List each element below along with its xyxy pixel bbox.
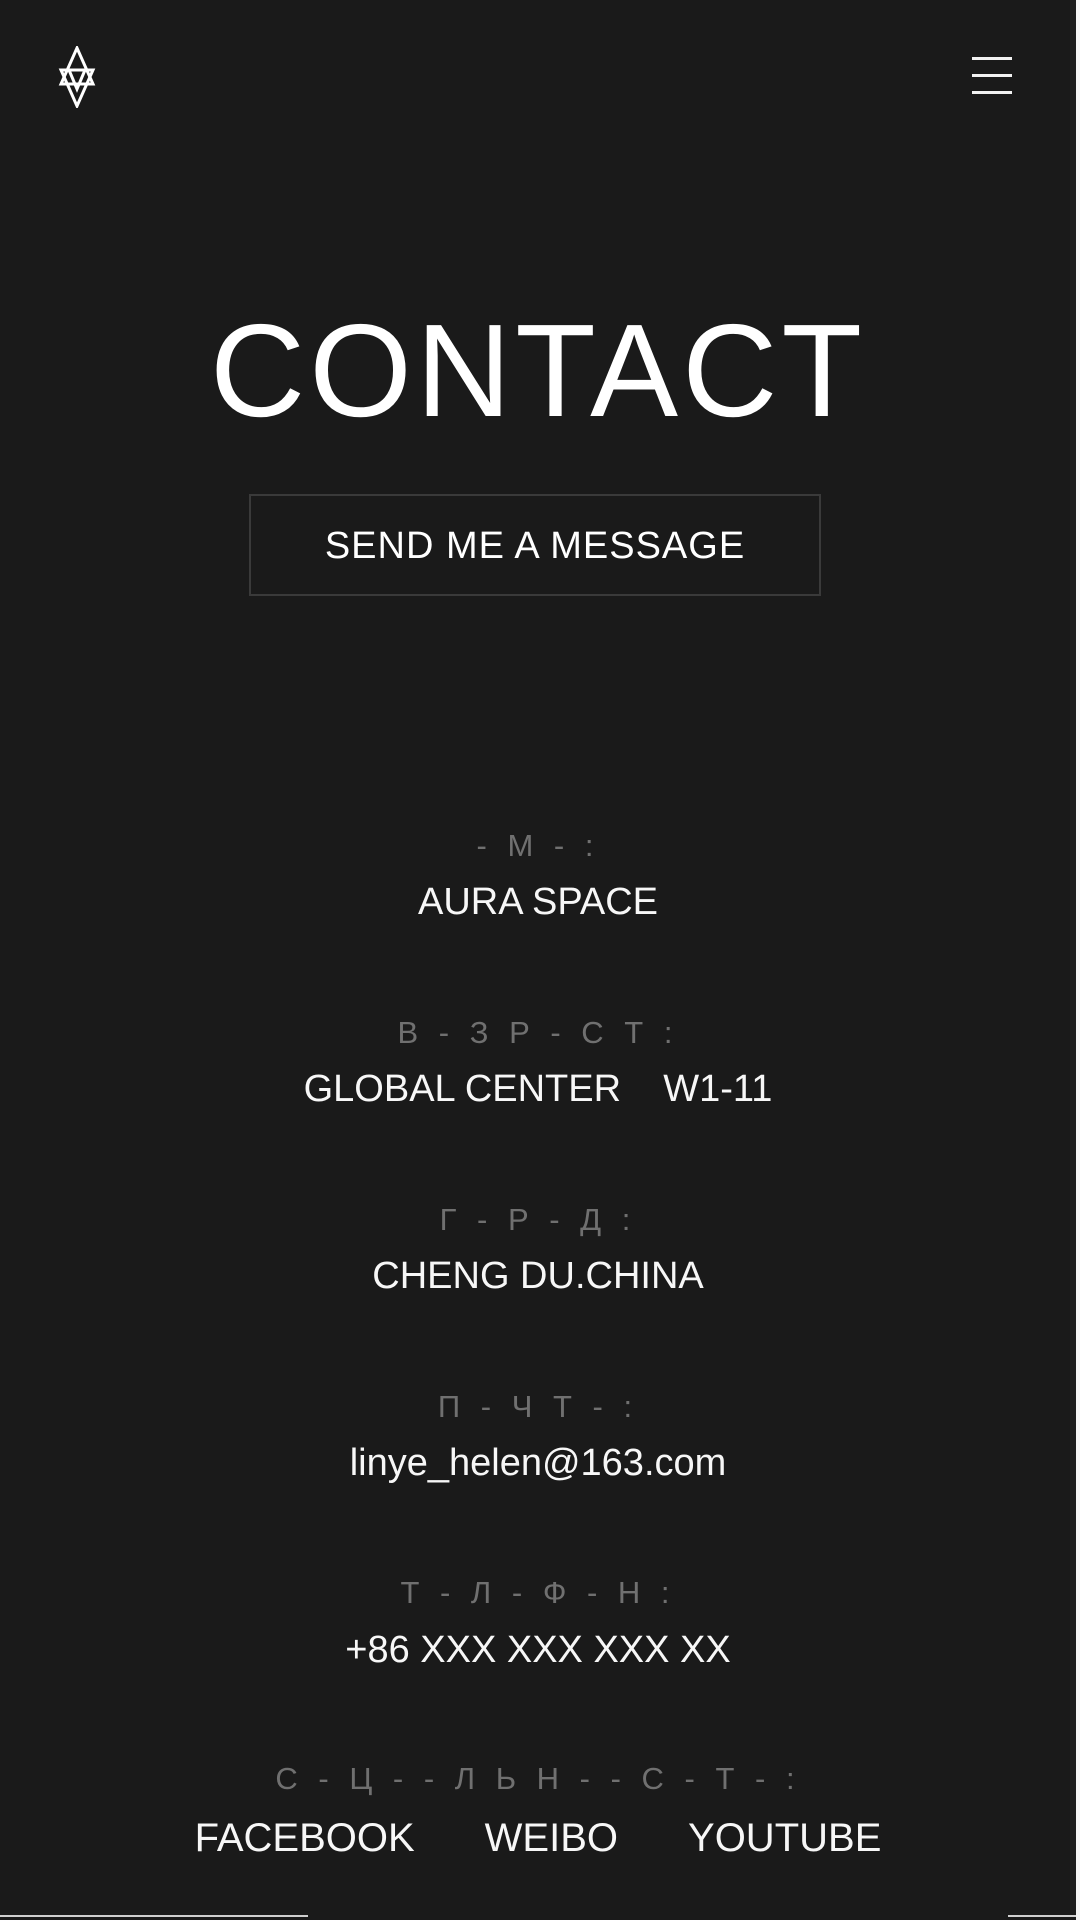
email-link[interactable]: linye_helen@163.com (0, 1441, 1076, 1485)
page-edge (1076, 0, 1080, 1920)
email-label: П - Ч Т - : (437, 1389, 639, 1424)
youtube-link[interactable]: YOUTUBE (688, 1816, 881, 1860)
name-label: - М - : (476, 828, 600, 863)
hamburger-line-icon (972, 57, 1012, 60)
city-value: CHENG DU.CHINA (372, 1255, 704, 1297)
bottom-divider (0, 1915, 308, 1917)
phone-link[interactable]: +86 XXX XXX XXX XX (0, 1628, 1076, 1672)
social-label: С - Ц - - Л Ь Н - - С - Т - : (275, 1761, 801, 1796)
page-title: CONTACT (209, 297, 867, 444)
logo-icon[interactable] (58, 46, 96, 108)
social-links: FACEBOOK WEIBO YOUTUBE (0, 1816, 1076, 1860)
name-value: AURA SPACE (417, 881, 659, 923)
hamburger-line-icon (972, 74, 1012, 77)
address-value: GLOBAL CENTER W1-11 (303, 1068, 773, 1110)
address-label: В - З Р - С Т : (397, 1015, 679, 1050)
send-message-button[interactable]: SEND ME A MESSAGE (249, 494, 821, 596)
city-label: Г - Р - Д : (439, 1202, 637, 1237)
hamburger-line-icon (972, 91, 1012, 94)
weibo-link[interactable]: WEIBO (485, 1816, 618, 1860)
phone-label: Т - Л - Ф - Н : (400, 1575, 676, 1610)
facebook-link[interactable]: FACEBOOK (195, 1816, 415, 1860)
bottom-divider (1008, 1915, 1076, 1917)
contact-page: CONTACT SEND ME A MESSAGE - М - : AURA S… (0, 0, 1076, 1920)
menu-button[interactable] (964, 52, 1018, 100)
